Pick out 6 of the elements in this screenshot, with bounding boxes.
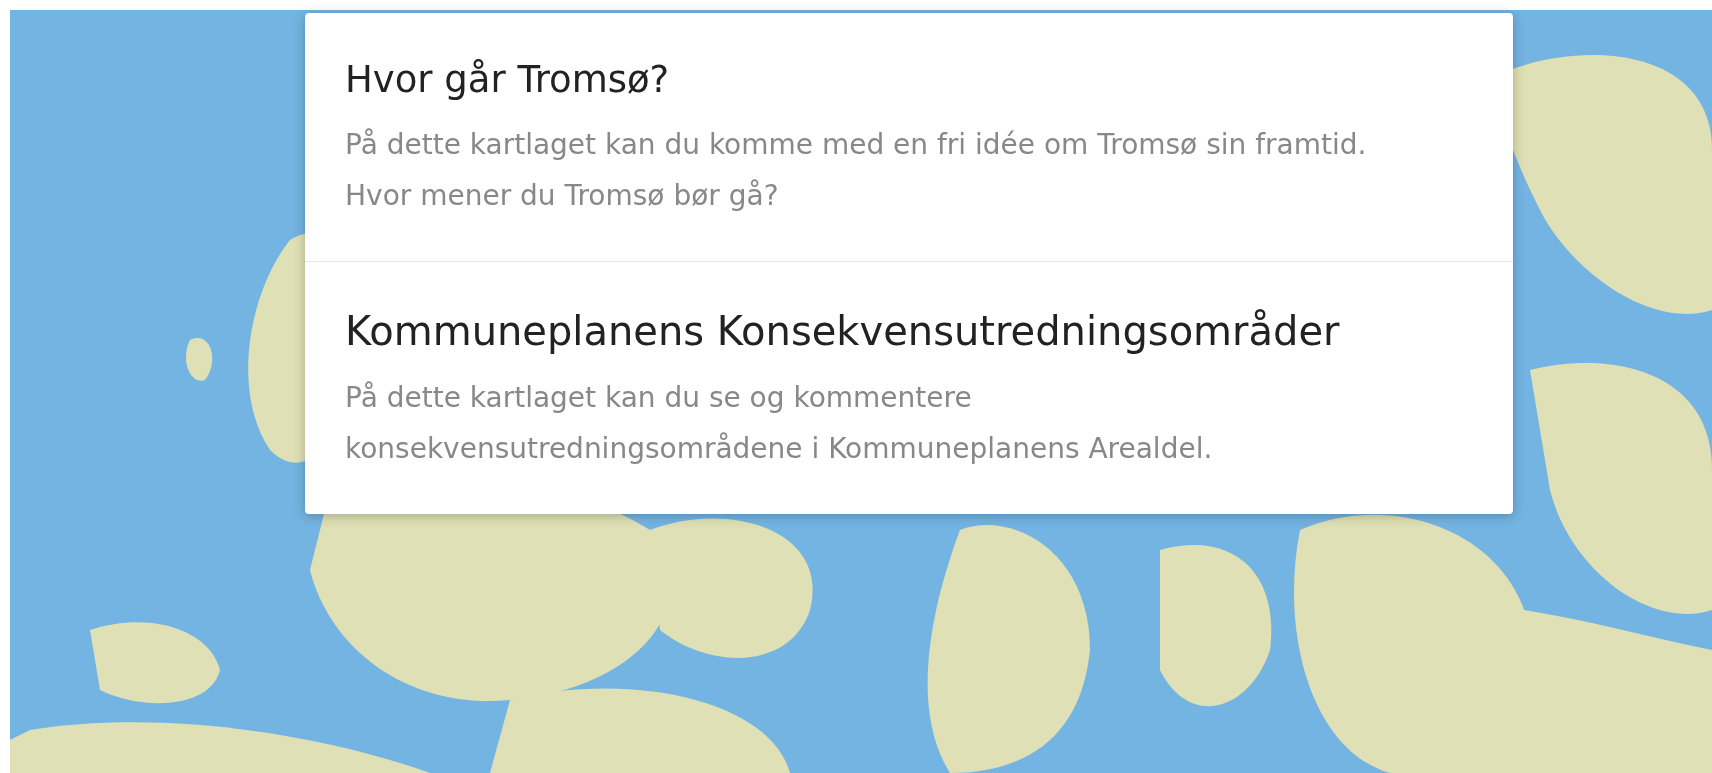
layer-title: Hvor går Tromsø?	[345, 57, 671, 103]
layer-item[interactable]: Hvor går Tromsø? På dette kartlaget kan du komme med en fri idée om Tromsø sin framtid. Hvor mener du Tromsø bør gå?	[305, 13, 1513, 262]
layer-item[interactable]: Kommuneplanens Konsekvensutredningsområder På dette kartlaget kan du se og kommentere konsekvensutredningsområdene i Kommuneplanens Arealdel.	[305, 261, 1513, 515]
layer-title: Kommuneplanens Konsekvensutredningsområder	[345, 307, 1341, 357]
layer-description: På dette kartlaget kan du komme med en fri idée om Tromsø sin framtid. Hvor mener du Tromsø bør gå?	[345, 127, 1368, 215]
layer-description: På dette kartlaget kan du se og kommentere konsekvensutredningsområdene i Kommuneplanens Arealdel.	[345, 380, 1214, 468]
